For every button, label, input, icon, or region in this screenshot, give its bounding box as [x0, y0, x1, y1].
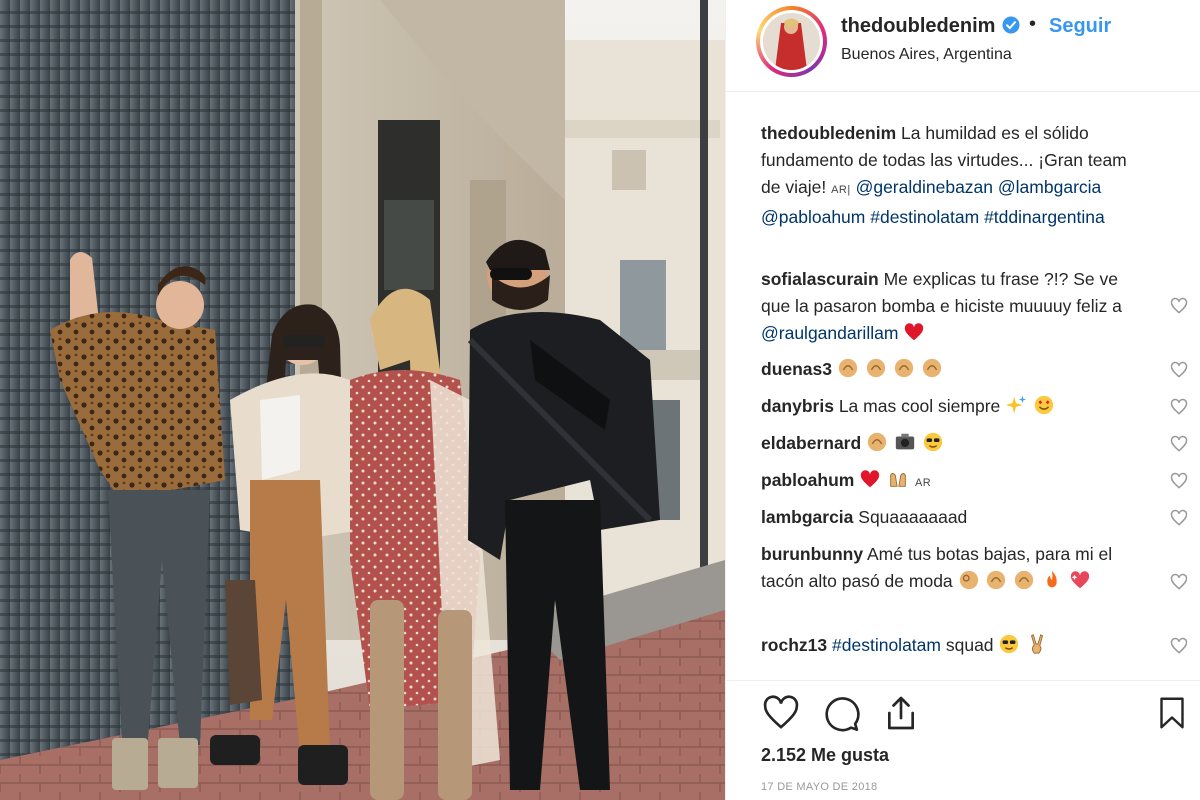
caption: thedoubledenim La humildad es el sólido …	[761, 120, 1136, 231]
hashtag-link[interactable]: #destinolatam	[832, 635, 941, 655]
post-header: thedoubledenim • Seguir Buenos Aires, Ar…	[726, 0, 1200, 92]
fire-emoji	[1041, 569, 1063, 591]
sunglasses-emoji	[922, 431, 944, 453]
comments-list[interactable]: thedoubledenim La humildad es el sólido …	[726, 92, 1200, 680]
ok-hand-emoji	[958, 569, 980, 591]
hashtag-link[interactable]: #tddinargentina	[984, 207, 1105, 227]
mention-link[interactable]: @pabloahum	[761, 207, 865, 227]
comment-username[interactable]: pabloahum	[761, 470, 854, 490]
avatar-image	[763, 13, 820, 70]
post-photo[interactable]	[0, 0, 725, 800]
clap-emoji	[921, 357, 943, 379]
comment-icon[interactable]	[821, 693, 861, 733]
sunglasses-emoji	[998, 633, 1020, 655]
comment-username[interactable]: lambgarcia	[761, 507, 853, 527]
post-panel: thedoubledenim • Seguir Buenos Aires, Ar…	[725, 0, 1200, 800]
comment-like-heart-icon[interactable]	[1169, 471, 1189, 491]
header-username[interactable]: thedoubledenim	[841, 15, 995, 38]
clap-emoji	[985, 569, 1007, 591]
mention-link[interactable]: @raulgandarillam	[761, 323, 898, 343]
clap-emoji	[866, 431, 888, 453]
comment-like-heart-icon[interactable]	[1169, 572, 1189, 592]
photo-illustration	[0, 0, 725, 800]
comment-like-heart-icon[interactable]	[1169, 360, 1189, 380]
clap-emoji	[893, 357, 915, 379]
comment-text: Squaaaaaaad	[858, 507, 968, 527]
comment-item: burunbunny Amé tus botas bajas, para mi …	[761, 541, 1151, 595]
sparkles-emoji	[1005, 394, 1027, 416]
caption-username[interactable]: thedoubledenim	[761, 123, 896, 143]
red-heart-emoji	[859, 468, 881, 490]
comment-username[interactable]: rochz13	[761, 635, 827, 655]
comment-text: La mas cool siempre	[838, 396, 1001, 416]
comment-item: rochz13 #destinolatam squad	[761, 632, 1151, 659]
comment-username[interactable]: burunbunny	[761, 544, 863, 564]
comment-like-heart-icon[interactable]	[1169, 296, 1189, 316]
comment-item: sofialascurain Me explicas tu frase ?!? …	[761, 266, 1151, 347]
comment-like-heart-icon[interactable]	[1169, 508, 1189, 528]
comment-flag: AR	[914, 477, 932, 489]
comment-item: pabloahum AR	[761, 467, 1151, 497]
victory-hand-emoji	[1026, 633, 1048, 655]
comment-username[interactable]: duenas3	[761, 359, 832, 379]
post-actions: 2.152 Me gusta 17 DE MAYO DE 2018	[726, 680, 1200, 800]
comment-username[interactable]: sofialascurain	[761, 269, 879, 289]
hashtag-link[interactable]: #destinolatam	[870, 207, 979, 227]
clap-emoji	[865, 357, 887, 379]
mention-link[interactable]: @geraldinebazan	[856, 177, 993, 197]
likes-count[interactable]: 2.152 Me gusta	[761, 745, 889, 766]
comment-item: lambgarcia Squaaaaaaad	[761, 504, 1151, 531]
comment-item: duenas3	[761, 356, 1151, 383]
comment-like-heart-icon[interactable]	[1169, 434, 1189, 454]
clap-emoji	[837, 357, 859, 379]
bookmark-icon[interactable]	[1154, 695, 1194, 735]
comment-item: danybris La mas cool siempre	[761, 393, 1151, 420]
follow-button[interactable]: Seguir	[1049, 15, 1111, 38]
comment-text: squad	[945, 635, 994, 655]
mention-link[interactable]: @lambgarcia	[998, 177, 1101, 197]
post-date: 17 DE MAYO DE 2018	[761, 781, 878, 793]
location-link[interactable]: Buenos Aires, Argentina	[841, 46, 1012, 64]
header-separator: •	[1029, 13, 1037, 35]
comment-item: eldabernard	[761, 430, 1151, 457]
raised-hands-emoji	[887, 468, 909, 490]
camera-emoji	[894, 431, 916, 453]
share-icon[interactable]	[881, 693, 921, 733]
clap-emoji	[1013, 569, 1035, 591]
comment-like-heart-icon[interactable]	[1169, 636, 1189, 656]
comment-like-heart-icon[interactable]	[1169, 397, 1189, 417]
story-ring[interactable]	[756, 6, 827, 77]
comment-username[interactable]: eldabernard	[761, 433, 861, 453]
sparkling-heart-emoji	[1069, 569, 1091, 591]
avatar[interactable]	[760, 10, 823, 73]
heart-icon[interactable]	[761, 693, 801, 733]
heart-eyes-emoji	[1033, 394, 1055, 416]
red-heart-emoji	[903, 321, 925, 343]
caption-flag: AR|	[831, 184, 851, 196]
comment-username[interactable]: danybris	[761, 396, 834, 416]
verified-badge-icon	[1002, 16, 1020, 34]
